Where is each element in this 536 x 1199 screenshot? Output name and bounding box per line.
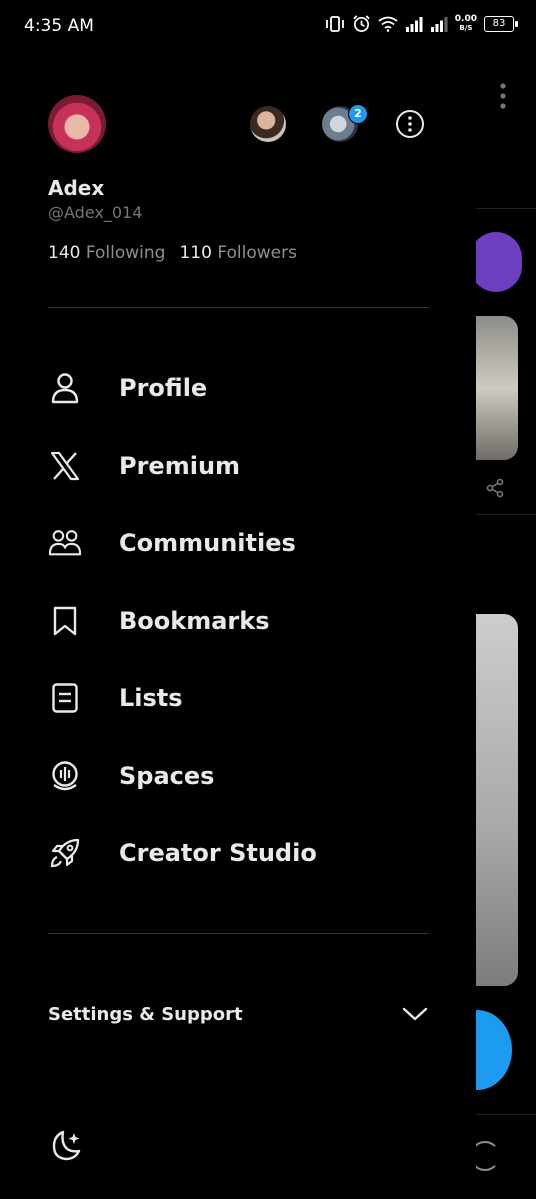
account-notification-badge: 2 bbox=[348, 104, 368, 124]
background-divider bbox=[476, 514, 536, 515]
followers-link[interactable]: 110 Followers bbox=[179, 243, 297, 263]
followers-label: Followers bbox=[217, 243, 297, 263]
menu-item-label: Bookmarks bbox=[119, 607, 270, 635]
spaces-icon bbox=[48, 759, 82, 793]
signal-icon-2 bbox=[430, 16, 448, 32]
profile-handle: @Adex_014 bbox=[48, 203, 143, 222]
profile-name[interactable]: Adex bbox=[48, 176, 104, 200]
background-spaces-bar bbox=[470, 232, 522, 292]
menu-item-communities[interactable]: Communities bbox=[48, 513, 428, 573]
background-image bbox=[476, 614, 518, 986]
menu-item-label: Communities bbox=[119, 529, 296, 557]
follow-stats: 140 Following 110 Followers bbox=[48, 243, 297, 263]
alarm-icon bbox=[353, 15, 370, 32]
divider bbox=[48, 933, 429, 934]
x-logo-icon bbox=[48, 449, 82, 483]
menu-item-premium[interactable]: Premium bbox=[48, 436, 428, 496]
background-image bbox=[476, 316, 518, 460]
menu-item-label: Profile bbox=[119, 374, 208, 402]
status-bar: 4:35 AM 0.00 B/S 83 bbox=[0, 0, 536, 52]
status-time: 4:35 AM bbox=[24, 16, 94, 36]
communities-icon bbox=[48, 526, 82, 560]
net-speed-unit: B/S bbox=[459, 23, 473, 32]
menu-item-label: Spaces bbox=[119, 762, 215, 790]
profile-avatar[interactable] bbox=[48, 95, 106, 153]
bookmark-icon bbox=[48, 604, 82, 638]
menu-item-lists[interactable]: Lists bbox=[48, 668, 428, 728]
rocket-icon bbox=[48, 836, 82, 870]
net-speed: 0.00 B/S bbox=[454, 13, 477, 33]
background-divider bbox=[476, 1114, 536, 1115]
menu-item-creator-studio[interactable]: Creator Studio bbox=[48, 823, 428, 883]
background-share-icon bbox=[486, 478, 504, 498]
menu-item-spaces[interactable]: Spaces bbox=[48, 746, 428, 806]
background-divider bbox=[476, 208, 536, 209]
net-speed-value: 0.00 bbox=[454, 13, 477, 24]
switch-account-avatar[interactable] bbox=[250, 106, 286, 142]
list-icon bbox=[48, 681, 82, 715]
menu-item-label: Creator Studio bbox=[119, 839, 317, 867]
following-link[interactable]: 140 Following bbox=[48, 243, 165, 263]
vibrate-icon bbox=[325, 15, 344, 32]
background-more-icon bbox=[500, 83, 506, 109]
chevron-down-icon bbox=[402, 1007, 428, 1021]
signal-icon-1 bbox=[405, 16, 423, 32]
person-icon bbox=[48, 371, 82, 405]
wifi-icon bbox=[378, 16, 398, 32]
following-label: Following bbox=[85, 243, 166, 263]
followers-count: 110 bbox=[179, 243, 212, 263]
menu-item-label: Premium bbox=[119, 452, 241, 480]
navigation-drawer: 2 Adex @Adex_014 140 Following 110 Follo… bbox=[0, 52, 476, 1199]
dark-mode-toggle-icon[interactable] bbox=[48, 1128, 84, 1164]
settings-support-toggle[interactable]: Settings & Support bbox=[48, 996, 428, 1032]
menu-item-profile[interactable]: Profile bbox=[48, 358, 428, 418]
battery-indicator: 83 bbox=[484, 15, 518, 32]
menu-item-label: Lists bbox=[119, 684, 183, 712]
status-icons: 0.00 B/S 83 bbox=[325, 13, 518, 33]
settings-support-label: Settings & Support bbox=[48, 1003, 243, 1025]
more-options-icon[interactable] bbox=[395, 109, 425, 139]
divider bbox=[48, 307, 429, 308]
menu-item-bookmarks[interactable]: Bookmarks bbox=[48, 591, 428, 651]
following-count: 140 bbox=[48, 243, 81, 263]
